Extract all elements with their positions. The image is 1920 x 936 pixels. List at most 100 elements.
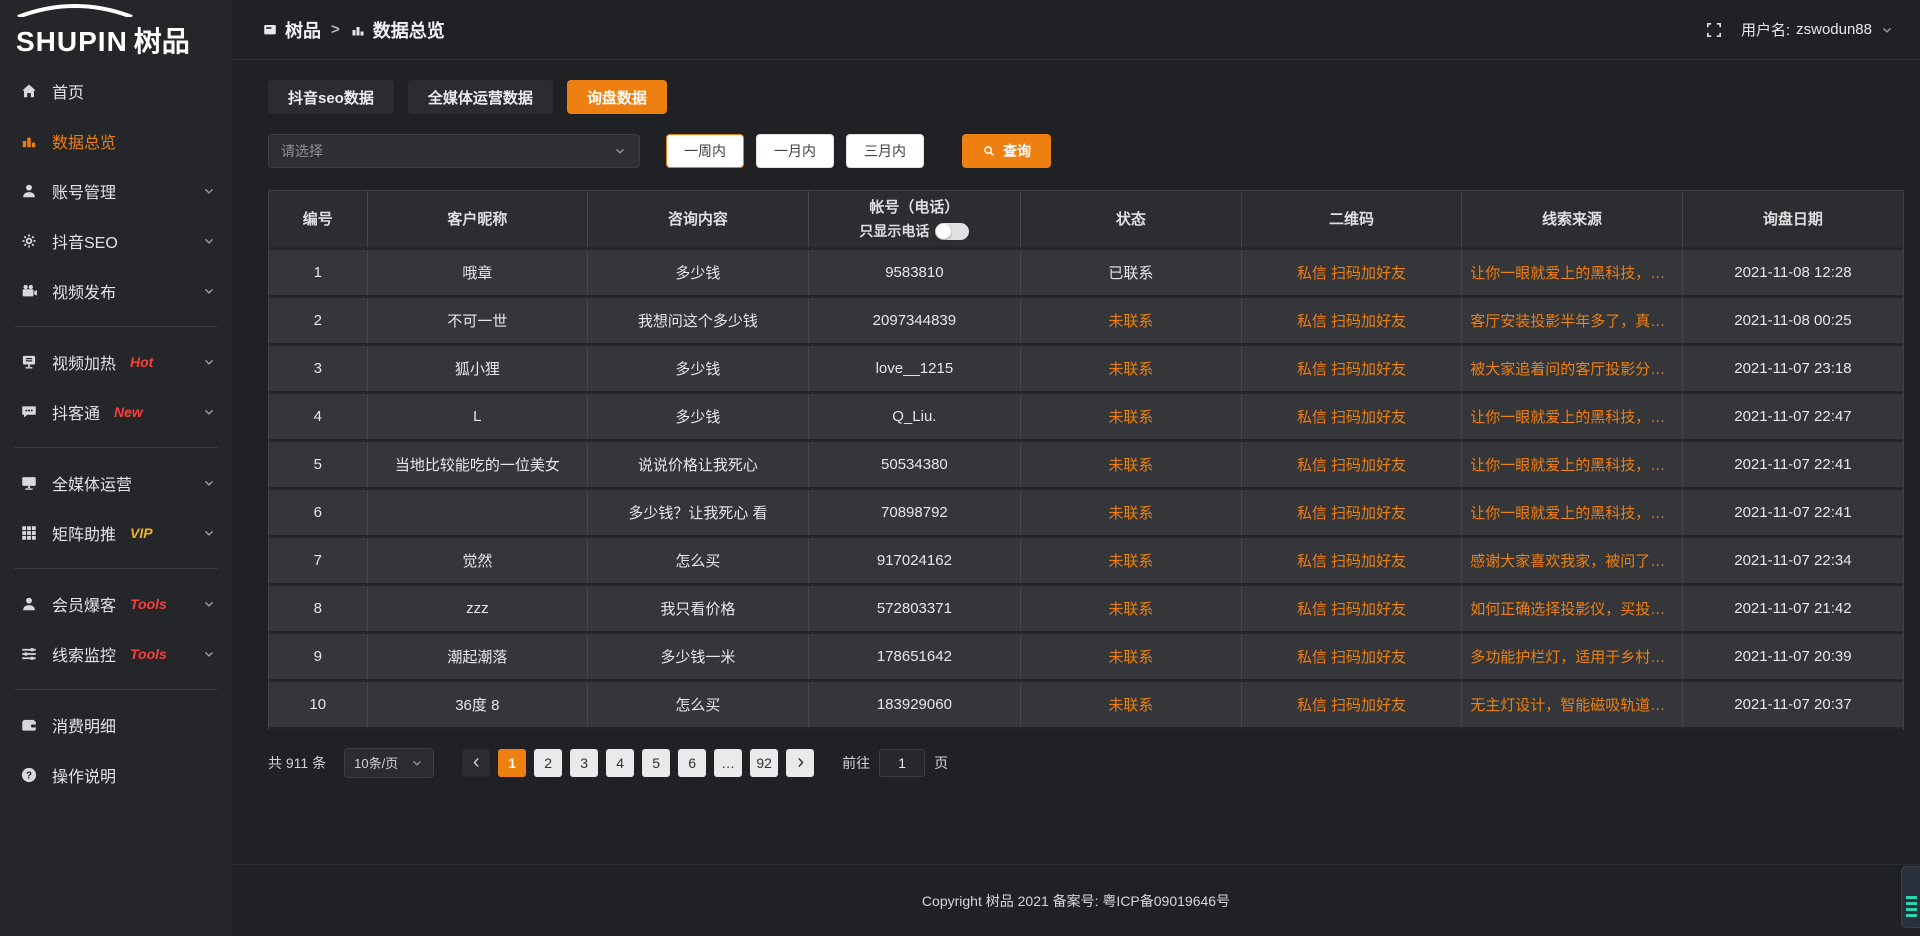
cell-account: 9583810 bbox=[808, 248, 1020, 296]
page-goto: 前往 页 bbox=[842, 749, 948, 777]
username-label: 用户名: bbox=[1741, 19, 1790, 40]
sidebar-item-clue[interactable]: 线索监控Tools bbox=[0, 629, 232, 679]
user-menu[interactable]: 用户名: zswodun88 bbox=[1741, 19, 1894, 40]
cell-qr-links[interactable]: 私信 扫码加好友 bbox=[1241, 488, 1462, 536]
cell-source[interactable]: 客厅安装投影半年多了，真实... bbox=[1462, 296, 1683, 344]
period-button-0[interactable]: 一周内 bbox=[666, 134, 744, 168]
breadcrumb-home-label: 树品 bbox=[285, 17, 321, 43]
search-icon bbox=[982, 144, 996, 158]
sidebar-item-member[interactable]: 会员爆客Tools bbox=[0, 579, 232, 629]
cell-content: 我只看价格 bbox=[588, 584, 809, 632]
cell-qr-links[interactable]: 私信 扫码加好友 bbox=[1241, 536, 1462, 584]
cell-account: 572803371 bbox=[808, 584, 1020, 632]
cell-serial: 2 bbox=[269, 296, 367, 344]
sidebar-item-expense[interactable]: 消费明细 bbox=[0, 700, 232, 750]
cell-date: 2021-11-07 22:41 bbox=[1682, 488, 1903, 536]
col-date: 询盘日期 bbox=[1682, 191, 1903, 248]
query-button[interactable]: 查询 bbox=[962, 134, 1051, 168]
fullscreen-icon[interactable] bbox=[1705, 21, 1723, 39]
cell-qr-links[interactable]: 私信 扫码加好友 bbox=[1241, 392, 1462, 440]
sidebar-item-label: 操作说明 bbox=[52, 763, 116, 787]
tab-1[interactable]: 全媒体运营数据 bbox=[408, 80, 553, 114]
cell-nickname: zzz bbox=[367, 584, 588, 632]
col-status: 状态 bbox=[1021, 191, 1242, 248]
page-button-2[interactable]: 2 bbox=[534, 749, 562, 777]
goto-label: 前往 bbox=[842, 753, 870, 773]
cell-qr-links[interactable]: 私信 扫码加好友 bbox=[1241, 248, 1462, 296]
col-account-label: 帐号（电话） bbox=[815, 196, 1014, 217]
sidebar-item-overview[interactable]: 数据总览 bbox=[0, 116, 232, 166]
cell-content: 多少钱 bbox=[588, 248, 809, 296]
sidebar-divider bbox=[14, 689, 218, 690]
cell-serial: 9 bbox=[269, 632, 367, 680]
cell-date: 2021-11-07 22:34 bbox=[1682, 536, 1903, 584]
sidebar-item-matrix[interactable]: 矩阵助推VIP bbox=[0, 508, 232, 558]
cell-source[interactable]: 让你一眼就爱上的黑科技，能... bbox=[1462, 392, 1683, 440]
app-root: SHUPIN 树品 首页数据总览账号管理抖音SEO视频发布视频加热Hot抖客通N… bbox=[0, 0, 1920, 936]
cell-source[interactable]: 让你一眼就爱上的黑科技，能... bbox=[1462, 488, 1683, 536]
cell-qr-links[interactable]: 私信 扫码加好友 bbox=[1241, 296, 1462, 344]
cell-date: 2021-11-07 23:18 bbox=[1682, 344, 1903, 392]
sidebar-item-help[interactable]: ?操作说明 bbox=[0, 750, 232, 800]
col-account: 帐号（电话） 只显示电话 bbox=[808, 191, 1020, 248]
page-button-4[interactable]: 4 bbox=[606, 749, 634, 777]
cell-qr-links[interactable]: 私信 扫码加好友 bbox=[1241, 584, 1462, 632]
page-size-value: 10条/页 bbox=[354, 753, 398, 772]
cell-nickname: 当地比较能吃的一位美女 bbox=[367, 440, 588, 488]
cell-qr-links[interactable]: 私信 扫码加好友 bbox=[1241, 632, 1462, 680]
cell-serial: 7 bbox=[269, 536, 367, 584]
page-size-select[interactable]: 10条/页 bbox=[344, 748, 434, 778]
page-button-6[interactable]: 6 bbox=[678, 749, 706, 777]
next-page-button[interactable] bbox=[786, 749, 814, 777]
floating-assistant-widget[interactable] bbox=[1901, 866, 1920, 928]
account-select[interactable]: 请选择 bbox=[268, 134, 640, 168]
table-row: 1036度 8怎么买183929060未联系私信 扫码加好友无主灯设计，智能磁吸… bbox=[269, 680, 1903, 728]
cell-date: 2021-11-07 20:37 bbox=[1682, 680, 1903, 728]
cell-source[interactable]: 让你一眼就爱上的黑科技，能... bbox=[1462, 248, 1683, 296]
cell-nickname: 潮起潮落 bbox=[367, 632, 588, 680]
breadcrumb-home[interactable]: 树品 bbox=[262, 17, 321, 43]
prev-page-button[interactable] bbox=[462, 749, 490, 777]
cell-status: 已联系 bbox=[1021, 248, 1242, 296]
cell-source[interactable]: 感谢大家喜欢我家，被问了好... bbox=[1462, 536, 1683, 584]
sidebar-item-account[interactable]: 账号管理 bbox=[0, 166, 232, 216]
page-button-5[interactable]: 5 bbox=[642, 749, 670, 777]
sidebar-item-publish[interactable]: 视频发布 bbox=[0, 266, 232, 316]
cell-nickname: L bbox=[367, 392, 588, 440]
cell-source[interactable]: 被大家追着问的客厅投影分享... bbox=[1462, 344, 1683, 392]
sidebar-item-home[interactable]: 首页 bbox=[0, 66, 232, 116]
video-camera-icon bbox=[20, 282, 38, 300]
page-button-3[interactable]: 3 bbox=[570, 749, 598, 777]
cell-serial: 4 bbox=[269, 392, 367, 440]
select-placeholder: 请选择 bbox=[281, 141, 323, 161]
page-button-92[interactable]: 92 bbox=[750, 749, 778, 777]
tab-0[interactable]: 抖音seo数据 bbox=[268, 80, 394, 114]
period-button-2[interactable]: 三月内 bbox=[846, 134, 924, 168]
table-row: 3狐小狸多少钱love__1215未联系私信 扫码加好友被大家追着问的客厅投影分… bbox=[269, 344, 1903, 392]
sliders-icon bbox=[20, 645, 38, 663]
sidebar-item-seo[interactable]: 抖音SEO bbox=[0, 216, 232, 266]
cell-source[interactable]: 让你一眼就爱上的黑科技，能... bbox=[1462, 440, 1683, 488]
user-icon bbox=[20, 182, 38, 200]
phone-only-toggle[interactable] bbox=[935, 223, 969, 240]
cell-source[interactable]: 多功能护栏灯，适用于乡村文... bbox=[1462, 632, 1683, 680]
cell-qr-links[interactable]: 私信 扫码加好友 bbox=[1241, 680, 1462, 728]
sidebar-item-douketong[interactable]: 抖客通New bbox=[0, 387, 232, 437]
goto-page-input[interactable] bbox=[879, 749, 925, 777]
cell-serial: 5 bbox=[269, 440, 367, 488]
tab-2[interactable]: 询盘数据 bbox=[567, 80, 667, 114]
breadcrumb-current: 数据总览 bbox=[350, 17, 445, 43]
cell-source[interactable]: 无主灯设计，智能磁吸轨道灯... bbox=[1462, 680, 1683, 728]
cell-qr-links[interactable]: 私信 扫码加好友 bbox=[1241, 440, 1462, 488]
cell-account: love__1215 bbox=[808, 344, 1020, 392]
sidebar-item-heat[interactable]: 视频加热Hot bbox=[0, 337, 232, 387]
query-button-label: 查询 bbox=[1003, 141, 1031, 161]
pagination-ellipsis[interactable]: … bbox=[714, 749, 742, 777]
cell-qr-links[interactable]: 私信 扫码加好友 bbox=[1241, 344, 1462, 392]
page-button-1[interactable]: 1 bbox=[498, 749, 526, 777]
total-count: 共 911 条 bbox=[268, 753, 326, 773]
cell-source[interactable]: 如何正确选择投影仪，买投影... bbox=[1462, 584, 1683, 632]
period-button-1[interactable]: 一月内 bbox=[756, 134, 834, 168]
goto-suffix: 页 bbox=[934, 753, 948, 773]
sidebar-item-media[interactable]: 全媒体运营 bbox=[0, 458, 232, 508]
